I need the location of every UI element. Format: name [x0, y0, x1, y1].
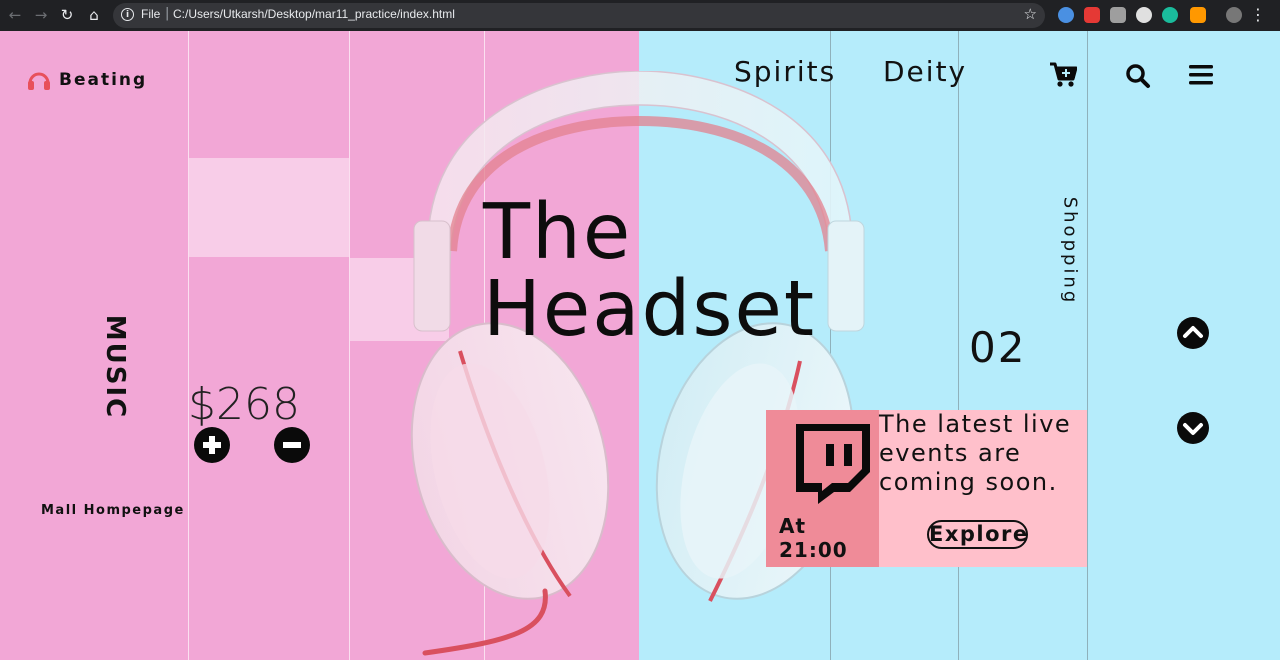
page: Beating MUSIC Mall Hompepage $268 The He… [0, 31, 1280, 660]
event-card-accent: At 21:00 [766, 410, 879, 567]
plus-icon [203, 436, 221, 454]
music-text: MUSIC [100, 314, 130, 419]
nav-deity[interactable]: Deity [883, 55, 967, 88]
decor-block [189, 158, 349, 257]
url-separator: | [165, 6, 170, 21]
hero-title-line2: Headset [483, 265, 817, 354]
chevron-up-circle-icon [1177, 317, 1209, 349]
shopping-text: Shopping [1059, 196, 1081, 306]
grid-line [188, 31, 189, 660]
home-icon[interactable]: ⌂ [84, 5, 104, 25]
shopping-label: Shopping [1055, 191, 1085, 311]
hero-title: The Headset [483, 194, 816, 348]
menu-button[interactable] [1189, 65, 1213, 89]
url-scheme: File [141, 7, 161, 21]
grid-line [349, 31, 350, 660]
grid-line [1087, 31, 1088, 660]
nav-spirits[interactable]: Spirits [734, 55, 836, 88]
slide-counter: 02 [969, 323, 1027, 372]
music-label: MUSIC [100, 309, 130, 424]
browser-chrome: ← → ↻ ⌂ i File | C:/Users/Utkarsh/Deskto… [0, 0, 1280, 31]
extension-icon-3[interactable] [1110, 7, 1126, 23]
mall-homepage-link[interactable]: Mall Hompepage [41, 503, 185, 518]
hero-title-line1: The [483, 188, 633, 277]
reload-icon[interactable]: ↻ [57, 5, 77, 25]
forward-icon[interactable]: → [31, 5, 51, 25]
brand-name: Beating [59, 70, 148, 90]
extension-icon-6[interactable] [1190, 7, 1206, 23]
twitch-icon [796, 424, 870, 504]
url-text[interactable]: C:/Users/Utkarsh/Desktop/mar11_practice/… [173, 7, 455, 21]
explore-button[interactable]: Explore [927, 520, 1028, 549]
brand-logo[interactable]: Beating [27, 69, 147, 91]
browser-menu-icon[interactable]: ⋮ [1250, 5, 1266, 24]
minus-icon [283, 442, 301, 448]
event-time: At 21:00 [779, 514, 848, 562]
cart-plus-icon [1050, 62, 1078, 87]
chevron-down-circle-icon [1177, 412, 1209, 444]
price: $268 [188, 379, 300, 430]
increase-button[interactable] [194, 427, 230, 463]
info-icon[interactable]: i [121, 8, 134, 21]
extension-icon-4[interactable] [1136, 7, 1152, 23]
extension-icon-2[interactable] [1084, 7, 1100, 23]
event-card: At 21:00 The latest live events are comi… [766, 410, 1087, 567]
back-icon[interactable]: ← [5, 5, 25, 25]
extension-icon-1[interactable] [1058, 7, 1074, 23]
headphones-icon [28, 72, 50, 90]
next-button[interactable] [1177, 412, 1209, 448]
profile-avatar[interactable] [1226, 7, 1242, 23]
headphones-image [410, 71, 865, 656]
event-description: The latest live events are coming soon. [879, 410, 1072, 496]
hamburger-menu-icon [1189, 65, 1213, 85]
extension-icon-5[interactable] [1162, 7, 1178, 23]
search-icon [1126, 64, 1150, 88]
bookmark-star-icon[interactable]: ☆ [1024, 5, 1037, 23]
search-button[interactable] [1125, 63, 1151, 93]
previous-button[interactable] [1177, 317, 1209, 353]
address-bar[interactable]: i File | C:/Users/Utkarsh/Desktop/mar11_… [113, 3, 1045, 28]
decrease-button[interactable] [274, 427, 310, 463]
cart-button[interactable] [1049, 62, 1078, 92]
